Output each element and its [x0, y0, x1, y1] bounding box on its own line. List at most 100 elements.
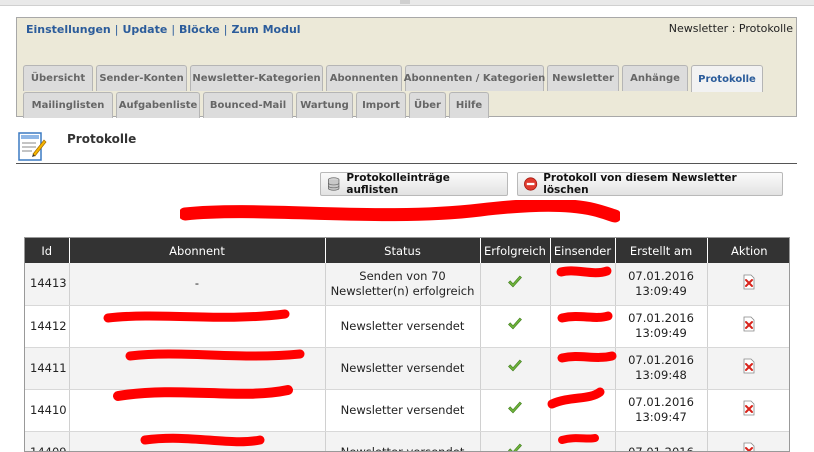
row-subscriber: -	[194, 276, 200, 291]
link-separator: |	[171, 23, 176, 36]
cell-sender	[550, 431, 616, 451]
row-id: 14410	[30, 402, 67, 417]
newsletter-heading-redacted	[185, 208, 190, 224]
cell-created: 07.01.2016 13:09:47	[615, 389, 708, 432]
cell-created: 07.01.2016	[615, 431, 708, 452]
tab-wartung[interactable]: Wartung	[296, 92, 353, 118]
col-header-success[interactable]: Erfolgreich	[480, 238, 551, 263]
table-row: 14411 Newsletter versendet 07.01.2016 13:09…	[25, 347, 789, 390]
tab-row-1: Übersicht Sender-Konten Newsletter-Kateg…	[23, 65, 766, 92]
cell-status: Newsletter versendet	[325, 347, 481, 390]
cell-success	[480, 389, 551, 432]
breadcrumb-page: Protokolle	[738, 22, 793, 35]
check-icon	[508, 443, 522, 451]
tab-row-2: Mailinglisten Aufgabenliste Bounced-Mail…	[23, 92, 492, 118]
row-date: 07.01.2016	[628, 311, 694, 325]
row-status: Newsletter versendet	[340, 444, 465, 452]
tab-newsletter-kategorien[interactable]: Newsletter-Kategorien	[190, 65, 323, 91]
check-icon	[508, 275, 522, 288]
page-title: Protokolle	[67, 132, 137, 146]
col-header-subscriber[interactable]: Abonnent	[69, 238, 326, 263]
row-date: 07.01.2016	[628, 444, 694, 452]
cell-subscriber	[69, 347, 326, 390]
redaction-mark	[180, 200, 620, 223]
tab-ueber[interactable]: Über	[409, 92, 446, 118]
cell-subscriber: -	[69, 263, 326, 306]
table-row: 14409 Newsletter versendet 07.01.2016	[25, 431, 789, 452]
row-date: 07.01.2016	[628, 395, 694, 409]
tab-newsletter[interactable]: Newsletter	[547, 65, 619, 91]
col-header-action: Aktion	[707, 238, 789, 263]
cell-status: Newsletter versendet	[325, 389, 481, 432]
cell-success	[480, 305, 551, 348]
delete-icon[interactable]	[742, 316, 756, 332]
cell-sender	[550, 305, 616, 348]
col-header-sender[interactable]: Einsender	[550, 238, 616, 263]
newsletter-page-icon	[18, 132, 47, 161]
breadcrumb: Newsletter : Protokolle	[669, 22, 793, 35]
protocol-table: Id Abonnent Status Erfolgreich Einsender…	[24, 237, 790, 452]
cell-created: 07.01.2016 13:09:49	[615, 305, 708, 348]
col-header-status[interactable]: Status	[325, 238, 481, 263]
row-id: 14412	[30, 318, 67, 333]
cell-status: Newsletter versendet	[325, 431, 481, 452]
link-zum-modul[interactable]: Zum Modul	[231, 23, 300, 36]
tab-mailinglisten[interactable]: Mailinglisten	[23, 92, 113, 118]
cell-created: 07.01.2016 13:09:49	[615, 263, 708, 306]
link-update[interactable]: Update	[122, 23, 167, 36]
cell-id: 14410	[25, 389, 70, 432]
tab-uebersicht[interactable]: Übersicht	[23, 65, 93, 91]
delete-icon[interactable]	[742, 400, 756, 416]
cell-id: 14411	[25, 347, 70, 390]
cell-sender	[550, 347, 616, 390]
list-entries-button[interactable]: Protokolleinträge auflisten	[320, 172, 508, 196]
col-header-created[interactable]: Erstellt am	[615, 238, 708, 263]
row-id: 14411	[30, 360, 67, 375]
tab-import[interactable]: Import	[356, 92, 406, 118]
window-top-strip	[0, 0, 814, 6]
page-header: Protokolle	[16, 128, 797, 164]
tab-hilfe[interactable]: Hilfe	[449, 92, 489, 118]
link-bloecke[interactable]: Blöcke	[179, 23, 220, 36]
link-einstellungen[interactable]: Einstellungen	[26, 23, 111, 36]
table-header-row: Id Abonnent Status Erfolgreich Einsender…	[25, 238, 789, 263]
cell-sender	[550, 263, 616, 306]
cell-id: 14413	[25, 263, 70, 306]
cell-success	[480, 263, 551, 306]
row-time: 13:09:48	[635, 368, 687, 382]
database-icon	[328, 177, 340, 191]
cell-id: 14412	[25, 305, 70, 348]
breadcrumb-separator: :	[731, 22, 736, 35]
admin-links: Einstellungen | Update | Blöcke | Zum Modul	[26, 23, 301, 36]
row-date: 07.01.2016	[628, 353, 694, 367]
cell-action	[707, 389, 789, 432]
delete-protocol-button[interactable]: Protokoll von diesem Newsletter löschen	[517, 172, 783, 196]
tab-anhaenge[interactable]: Anhänge	[622, 65, 688, 91]
tab-bounced-mail[interactable]: Bounced-Mail	[203, 92, 293, 118]
col-header-id[interactable]: Id	[25, 238, 70, 263]
row-status: Senden von 70 Newsletter(n) erfolgreich	[330, 268, 475, 298]
delete-icon[interactable]	[742, 274, 756, 290]
row-id: 14409	[30, 444, 67, 452]
tab-protokolle[interactable]: Protokolle	[691, 65, 763, 92]
check-icon	[508, 401, 522, 414]
top-notch	[400, 0, 410, 4]
tab-sender-konten[interactable]: Sender-Konten	[96, 65, 187, 91]
tab-abonnenten-kategorien[interactable]: Abonnenten / Kategorien	[404, 65, 545, 91]
row-status: Newsletter versendet	[340, 318, 465, 333]
delete-icon[interactable]	[742, 358, 756, 374]
cell-action	[707, 305, 789, 348]
table-row: 14412 Newsletter versendet 07.01.2016 13:09…	[25, 305, 789, 348]
cell-subscriber	[69, 431, 326, 451]
check-icon	[508, 359, 522, 372]
row-time: 13:09:49	[635, 326, 687, 340]
delete-icon[interactable]	[742, 442, 756, 452]
cell-created: 07.01.2016 13:09:48	[615, 347, 708, 390]
row-status: Newsletter versendet	[340, 402, 465, 417]
tab-aufgabenliste[interactable]: Aufgabenliste	[116, 92, 200, 118]
tab-abonnenten[interactable]: Abonnenten	[326, 65, 402, 91]
row-status: Newsletter versendet	[340, 360, 465, 375]
link-separator: |	[223, 23, 228, 36]
table-row: 14413 - Senden von 70 Newsletter(n) erfolg…	[25, 263, 789, 306]
row-time: 13:09:49	[635, 283, 687, 298]
